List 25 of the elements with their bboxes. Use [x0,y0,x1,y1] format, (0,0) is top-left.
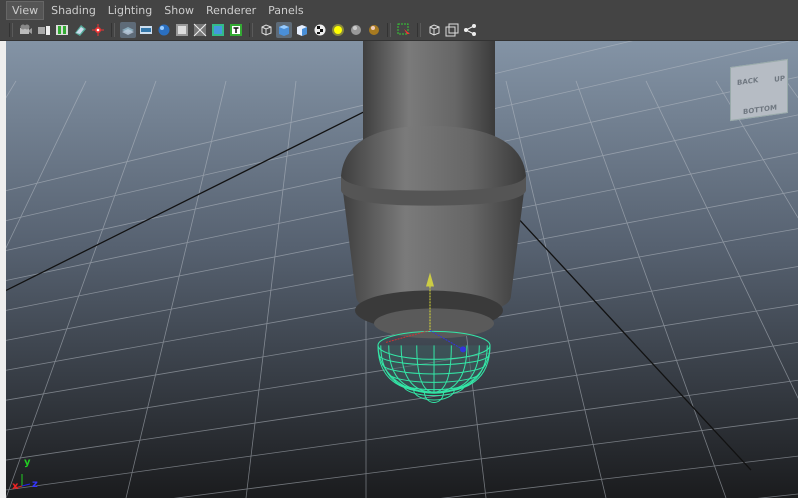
axis-label: z [32,480,38,490]
text-tool-icon[interactable] [228,22,244,38]
axis-label: x [12,482,18,492]
axis-label: y [24,458,31,468]
safe-frame-icon[interactable] [210,22,226,38]
menu-item[interactable]: View [6,0,44,20]
menu-item[interactable]: Shading [46,2,101,18]
square-icon[interactable] [174,22,190,38]
checker-ball-icon[interactable] [312,22,328,38]
light-icon[interactable] [330,22,346,38]
sphere-icon[interactable] [366,22,382,38]
menu-item[interactable]: Show [159,2,199,18]
layers-icon[interactable] [120,22,136,38]
nodes-icon[interactable] [462,22,478,38]
grid-icon[interactable] [192,22,208,38]
sphere-icon[interactable] [156,22,172,38]
bookmark-icon[interactable] [54,22,70,38]
menu-item[interactable]: Panels [263,2,309,18]
frame-icon[interactable] [444,22,460,38]
image-plane-icon[interactable] [72,22,88,38]
textured-cube-icon[interactable] [294,22,310,38]
crosshair-icon[interactable] [90,22,106,38]
menu-item[interactable]: Renderer [200,2,262,18]
menu-item[interactable]: Lighting [102,2,158,18]
sphere-icon[interactable] [348,22,364,38]
